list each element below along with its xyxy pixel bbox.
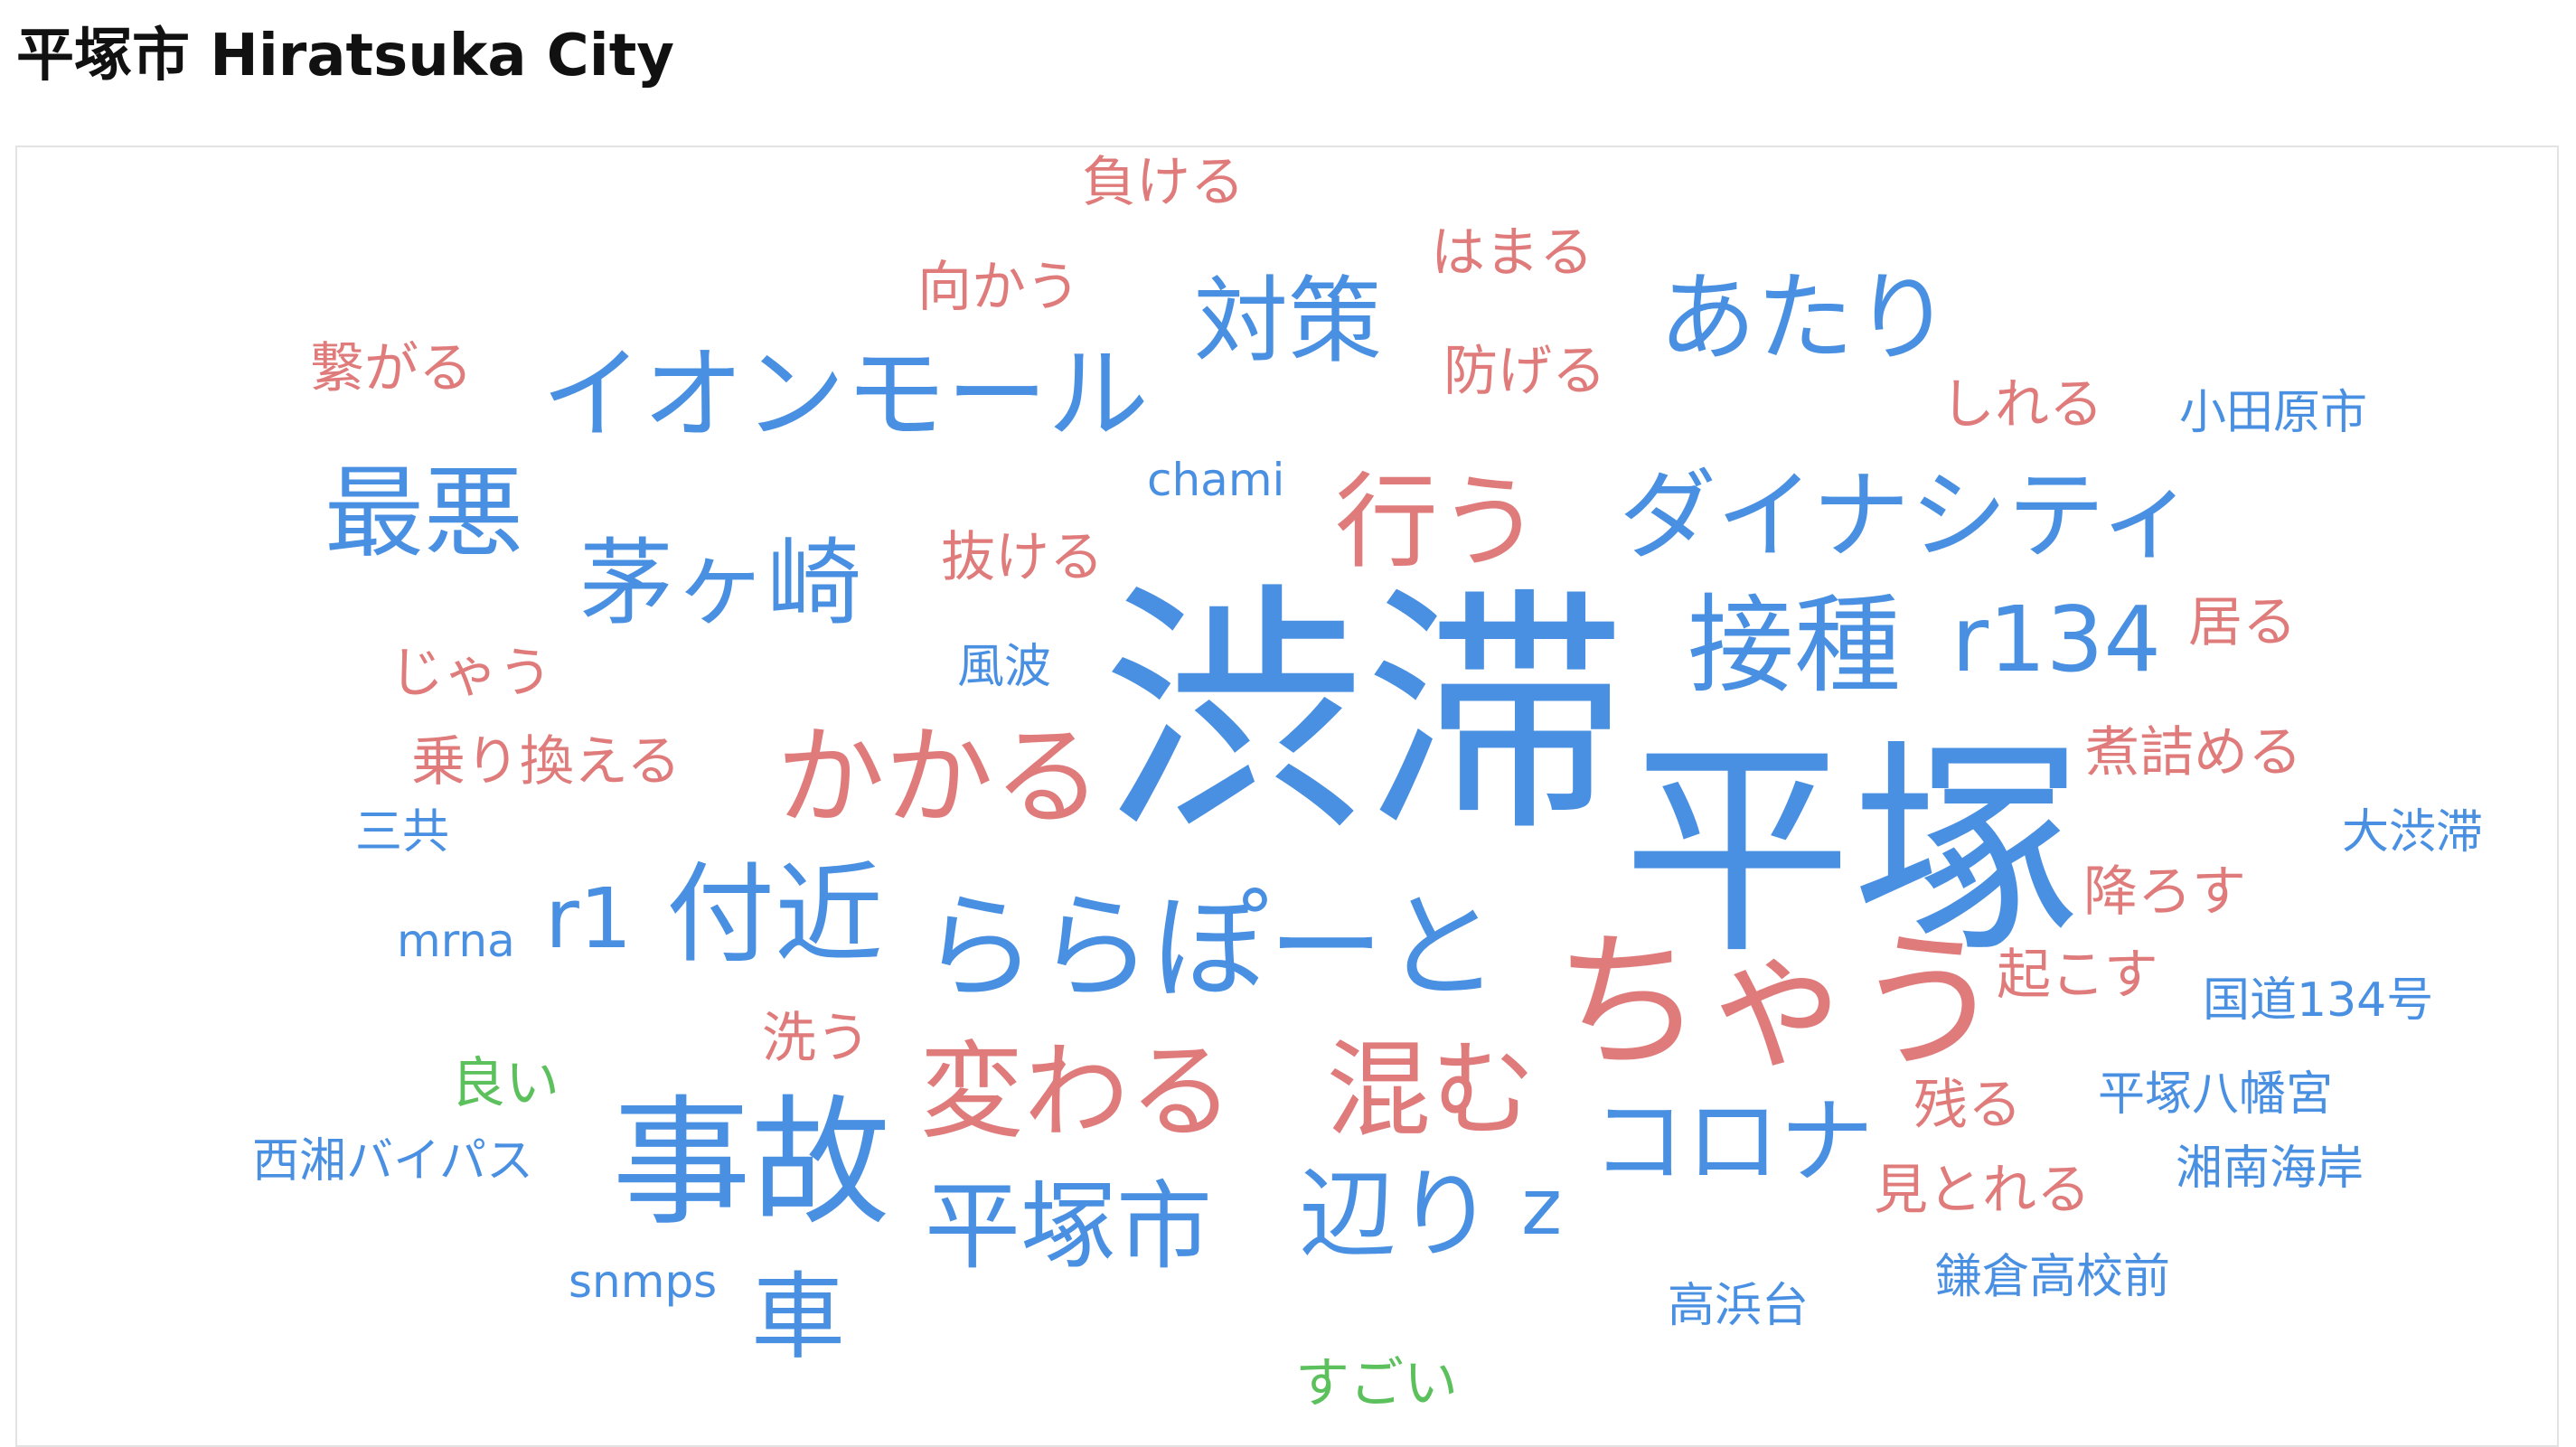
cloud-word: 鎌倉高校前 (1935, 1250, 2171, 1304)
cloud-word: 対策 (1194, 266, 1383, 376)
cloud-word: イオンモール (541, 336, 1149, 454)
cloud-word: 辺り (1299, 1159, 1495, 1272)
cloud-word: 湘南海岸 (2176, 1142, 2364, 1196)
cloud-word: mrna (397, 915, 515, 967)
page-title: 平塚市 Hiratsuka City (16, 23, 675, 89)
cloud-word: すごい (1295, 1352, 1458, 1415)
cloud-word: ららぽーと (921, 880, 1500, 1015)
cloud-word: r1 (545, 870, 633, 967)
cloud-word: 車 (751, 1262, 846, 1372)
cloud-word: 負ける (1082, 151, 1245, 214)
cloud-word: 起こす (1997, 944, 2158, 1007)
cloud-word: 渋滞 (1102, 562, 1626, 867)
cloud-word: 平塚市 (925, 1171, 1212, 1283)
cloud-word: 三共 (355, 805, 450, 860)
cloud-word: 居る (2188, 591, 2297, 654)
cloud-word: かかる (776, 715, 1102, 841)
cloud-word: 茅ヶ崎 (579, 528, 862, 638)
cloud-word: 繋がる (310, 337, 473, 400)
cloud-word: snmps (569, 1255, 718, 1308)
cloud-word: 洗う (762, 1007, 870, 1070)
cloud-word: chami (1147, 454, 1285, 506)
cloud-word: z (1521, 1162, 1563, 1253)
cloud-word: はまる (1431, 221, 1594, 285)
cloud-word: しれる (1941, 373, 2103, 437)
cloud-word: じゃう (390, 642, 552, 705)
cloud-word: 乗り換える (411, 730, 682, 794)
word-cloud: 渋滞 平塚 ちゃう ららぽーと 事故 イオンモール ダイナシティ かかる 変わる… (15, 146, 2559, 1447)
cloud-word: 高浜台 (1668, 1279, 1810, 1333)
cloud-word: 西湘バイパス (252, 1134, 533, 1189)
cloud-word: 残る (1913, 1074, 2022, 1137)
cloud-word: r134 (1951, 587, 2161, 692)
cloud-word: 小田原市 (2179, 386, 2368, 440)
cloud-word: あたり (1659, 262, 1952, 375)
cloud-word: コロナ (1592, 1086, 1875, 1197)
cloud-word: 行う (1335, 462, 1542, 582)
cloud-word: 接種 (1688, 583, 1902, 708)
cloud-word: 混む (1326, 1029, 1536, 1151)
cloud-word: 抜ける (941, 526, 1104, 589)
cloud-word: 風波 (957, 640, 1052, 694)
cloud-word: ちゃう (1554, 916, 2004, 1090)
cloud-word: 付近 (666, 852, 883, 978)
cloud-word: 変わる (919, 1031, 1234, 1153)
cloud-word: 良い (451, 1052, 559, 1115)
cloud-word: 大渋滞 (2342, 805, 2484, 860)
cloud-word: 最悪 (324, 456, 523, 571)
cloud-word: 防げる (1443, 340, 1606, 403)
cloud-word: 向かう (917, 256, 1080, 319)
cloud-word: 事故 (612, 1083, 891, 1245)
cloud-word: 国道134号 (2203, 973, 2434, 1028)
cloud-word: 平塚八幡宮 (2098, 1067, 2334, 1122)
cloud-word: 降ろす (2083, 860, 2246, 924)
cloud-word: 見とれる (1874, 1159, 2091, 1222)
cloud-word: ダイナシティ (1619, 460, 2197, 573)
cloud-word: 煮詰める (2085, 721, 2302, 785)
